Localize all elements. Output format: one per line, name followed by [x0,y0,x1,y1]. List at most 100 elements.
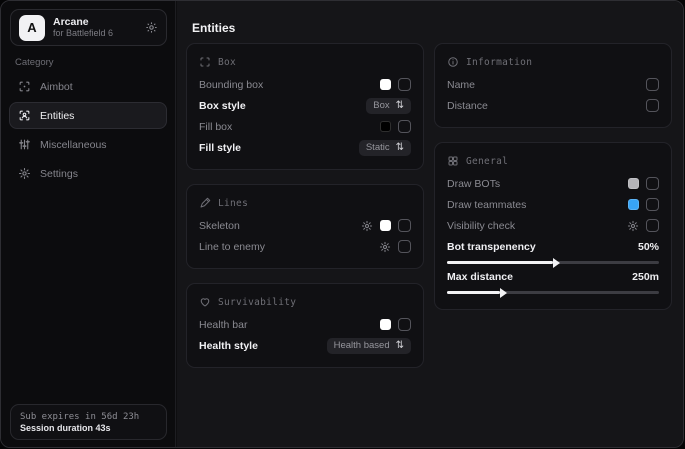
sidebar-item-label: Miscellaneous [40,139,107,151]
row-controls: Box⇅ [366,98,411,114]
sidebar-item-aimbot[interactable]: Aimbot [9,73,167,100]
panel-title: Information [466,57,532,68]
checkbox-distance[interactable] [646,99,659,112]
dropdown-box-style[interactable]: Box⇅ [366,98,411,114]
brand-settings-icon[interactable] [145,21,158,34]
color-swatch[interactable] [380,121,391,132]
screen: A Arcane for Battlefield 6 Category Aimb… [0,0,685,449]
setting-label: Draw BOTs [447,178,500,190]
checkbox-draw-teammates[interactable] [646,198,659,211]
slider-thumb[interactable] [553,258,560,268]
panel-header: Survivability [199,293,411,311]
updown-chevron-icon: ⇅ [396,341,404,351]
setting-label: Bounding box [199,79,263,91]
panel-header: Box [199,53,411,71]
setting-row-name: Name [447,74,659,95]
setting-label: Distance [447,100,488,112]
row-controls: Static⇅ [359,140,411,156]
slider-thumb[interactable] [500,288,507,298]
setting-row-health-style: Health style Health based ⇅ [199,335,411,356]
row-controls [628,198,659,211]
sidebar-item-miscellaneous[interactable]: Miscellaneous [9,131,167,158]
sidebar-item-settings[interactable]: Settings [9,160,167,187]
color-swatch[interactable] [380,319,391,330]
panel-title: Lines [218,198,248,209]
session-duration-text: Session duration 43s [20,423,157,433]
setting-row-fill-style: Fill style Static⇅ [199,137,411,158]
setting-label: Visibility check [447,220,515,232]
panel-header: General [447,152,659,170]
panel-column-right: Information Name Distance General Draw BOTs D… [434,43,672,310]
sliders-icon [18,138,31,151]
sidebar: A Arcane for Battlefield 6 Category Aimb… [1,1,176,447]
slider-track[interactable] [447,261,659,264]
setting-label: Health bar [199,319,247,331]
checkbox-fill-box[interactable] [398,120,411,133]
gear-icon[interactable] [361,220,373,232]
checkbox-skeleton[interactable] [398,219,411,232]
subscription-card: Sub expires in 56d 23h Session duration … [10,404,167,440]
gear-icon[interactable] [379,241,391,253]
sidebar-item-entities[interactable]: Entities [9,102,167,129]
setting-row-bounding-box: Bounding box [199,74,411,95]
info-icon [447,56,459,68]
checkbox-health-bar[interactable] [398,318,411,331]
slider-max-distance: Max distance250m [447,268,659,294]
panel-box: Box Bounding box Box style Box⇅ Fill box Fill… [186,43,424,170]
row-controls [361,219,411,232]
dropdown-health-style[interactable]: Health based ⇅ [327,338,411,354]
setting-label: Fill box [199,121,232,133]
crosshair-scan-icon [18,80,31,93]
health-icon [199,296,211,308]
row-controls [627,219,659,232]
setting-label: Max distance [447,271,513,283]
setting-label: Bot transpenency [447,241,536,253]
setting-label: Fill style [199,142,241,154]
setting-label: Name [447,79,475,91]
main-content: Entities Box Bounding box Box style Box⇅ Fil… [177,1,683,447]
brand-subtitle: for Battlefield 6 [53,28,137,38]
panel-general: General Draw BOTs Draw teammates Visibility… [434,142,672,310]
row-controls [380,78,411,91]
setting-row-draw-teammates: Draw teammates [447,194,659,215]
setting-label: Draw teammates [447,199,526,211]
setting-label: Health style [199,340,258,352]
slider-value: 50% [638,241,659,253]
gear-icon [18,167,31,180]
setting-row-skeleton: Skeleton [199,215,411,236]
color-swatch[interactable] [380,220,391,231]
checkbox-bounding-box[interactable] [398,78,411,91]
setting-row-box-style: Box style Box⇅ [199,95,411,116]
setting-row-health-bar: Health bar [199,314,411,335]
page-title: Entities [192,21,235,35]
slider-fill [447,291,500,294]
gear-icon[interactable] [627,220,639,232]
panel-survivability: SurvivabilityHealth barHealth styleHealt… [186,283,424,368]
row-controls [628,177,659,190]
sidebar-item-label: Settings [40,168,78,180]
sub-expiry-text: Sub expires in 56d 23h [20,412,157,422]
checkbox-visibility-check[interactable] [646,219,659,232]
setting-label: Box style [199,100,246,112]
checkbox-line-to-enemy[interactable] [398,240,411,253]
checkbox-name[interactable] [646,78,659,91]
arcane-window: A Arcane for Battlefield 6 Category Aimb… [0,0,684,448]
color-swatch[interactable] [380,79,391,90]
sidebar-item-label: Aimbot [40,81,73,93]
setting-label: Line to enemy [199,241,265,253]
checkbox-draw-bots[interactable] [646,177,659,190]
color-swatch[interactable] [628,178,639,189]
dropdown-fill-style[interactable]: Static⇅ [359,140,411,156]
person-scan-icon [18,109,31,122]
brand-card: A Arcane for Battlefield 6 [10,9,167,46]
color-swatch[interactable] [628,199,639,210]
slider-fill [447,261,553,264]
row-controls [646,78,659,91]
brand-title: Arcane [53,16,137,28]
slider-track[interactable] [447,291,659,294]
row-controls [380,120,411,133]
panel-lines: Lines Skeleton Line to enemy [186,184,424,269]
dropdown-value: Health based [334,340,390,351]
brand-text: Arcane for Battlefield 6 [53,16,137,38]
setting-row-fill-box: Fill box [199,116,411,137]
